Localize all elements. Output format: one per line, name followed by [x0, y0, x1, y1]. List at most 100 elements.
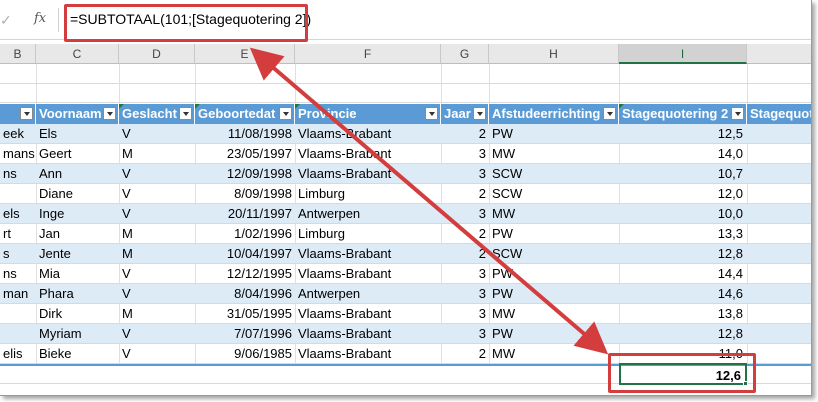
cell-afstudeerrichting[interactable]: PW	[489, 224, 619, 244]
cell-stagequotering-2[interactable]: 14,0	[619, 144, 747, 164]
cell-geboortedatum[interactable]: 23/05/1997	[195, 144, 295, 164]
column-header-j[interactable]	[747, 44, 811, 64]
filter-dropdown-icon[interactable]	[731, 107, 744, 120]
cell-afstudeerrichting[interactable]: MW	[489, 304, 619, 324]
filter-dropdown-icon[interactable]	[103, 107, 116, 120]
cell-provincie[interactable]: Limburg	[295, 184, 441, 204]
cell-geboortedatum[interactable]: 8/09/1998	[195, 184, 295, 204]
cell-afstudeerrichting[interactable]: SCW	[489, 184, 619, 204]
header-stagequotering-next[interactable]: Stagequot	[747, 104, 811, 124]
cell-voornaam[interactable]: Mia	[36, 264, 119, 284]
cell-achternaam[interactable]: mans	[0, 144, 36, 164]
cell-achternaam[interactable]: eek	[0, 124, 36, 144]
cell-geslacht[interactable]: V	[119, 264, 195, 284]
cell-stagequotering-2[interactable]: 12,8	[619, 324, 747, 344]
cell-geboortedatum[interactable]: 12/09/1998	[195, 164, 295, 184]
cell-geslacht[interactable]: M	[119, 144, 195, 164]
column-header-e[interactable]: E	[195, 44, 295, 64]
cell-achternaam[interactable]: elis	[0, 344, 36, 364]
cell-provincie[interactable]: Vlaams-Brabant	[295, 304, 441, 324]
cell-jaar[interactable]: 3	[441, 284, 489, 304]
header-geboortedatum[interactable]: Geboortedat	[195, 104, 295, 124]
cell-jaar[interactable]: 2	[441, 184, 489, 204]
cell-afstudeerrichting[interactable]: PW	[489, 284, 619, 304]
cell-stagequotering-2[interactable]: 12,0	[619, 184, 747, 204]
cell-afstudeerrichting[interactable]: MW	[489, 344, 619, 364]
cell-voornaam[interactable]: Dirk	[36, 304, 119, 324]
cell-jaar[interactable]: 3	[441, 144, 489, 164]
cell-achternaam[interactable]: els	[0, 204, 36, 224]
cell-voornaam[interactable]: Phara	[36, 284, 119, 304]
cell-geslacht[interactable]: V	[119, 124, 195, 144]
cell-geslacht[interactable]: V	[119, 284, 195, 304]
cell-stagequotering-2[interactable]: 14,4	[619, 264, 747, 284]
header-provincie[interactable]: Provincie	[295, 104, 441, 124]
cell-provincie[interactable]: Vlaams-Brabant	[295, 164, 441, 184]
column-header-b[interactable]: B	[0, 44, 36, 64]
cell-stagequotering-2[interactable]: 13,3	[619, 224, 747, 244]
cell-voornaam[interactable]: Jente	[36, 244, 119, 264]
cell-jaar[interactable]: 2	[441, 344, 489, 364]
cell-geboortedatum[interactable]: 10/04/1997	[195, 244, 295, 264]
cell-achternaam[interactable]	[0, 324, 36, 344]
cell-afstudeerrichting[interactable]: MW	[489, 204, 619, 224]
column-header-h[interactable]: H	[489, 44, 619, 64]
cell-achternaam[interactable]: ns	[0, 164, 36, 184]
cell-geboortedatum[interactable]: 9/06/1985	[195, 344, 295, 364]
cell-achternaam[interactable]: ns	[0, 264, 36, 284]
cell-stagequotering-2[interactable]: 10,7	[619, 164, 747, 184]
confirm-icon[interactable]: ✓	[0, 12, 14, 28]
cell-voornaam[interactable]: Jan	[36, 224, 119, 244]
cell-geboortedatum[interactable]: 11/08/1998	[195, 124, 295, 144]
cell-provincie[interactable]: Vlaams-Brabant	[295, 324, 441, 344]
cell-achternaam[interactable]: s	[0, 244, 36, 264]
cell-jaar[interactable]: 3	[441, 264, 489, 284]
cell-voornaam[interactable]: Els	[36, 124, 119, 144]
cell-voornaam[interactable]: Myriam	[36, 324, 119, 344]
cell-provincie[interactable]: Antwerpen	[295, 284, 441, 304]
cell-achternaam[interactable]	[0, 304, 36, 324]
filter-dropdown-icon[interactable]	[603, 107, 616, 120]
column-header-i[interactable]: I	[619, 44, 747, 64]
cell-afstudeerrichting[interactable]: MW	[489, 144, 619, 164]
cell-achternaam[interactable]: rt	[0, 224, 36, 244]
cell-geboortedatum[interactable]: 20/11/1997	[195, 204, 295, 224]
cell-achternaam[interactable]: man	[0, 284, 36, 304]
filter-dropdown-icon[interactable]	[20, 107, 33, 120]
cell-jaar[interactable]: 2	[441, 244, 489, 264]
cell-provincie[interactable]: Vlaams-Brabant	[295, 344, 441, 364]
cell-geboortedatum[interactable]: 7/07/1996	[195, 324, 295, 344]
header-geslacht[interactable]: Geslacht	[119, 104, 195, 124]
cell-stagequotering-2[interactable]: 14,6	[619, 284, 747, 304]
cell-geslacht[interactable]: V	[119, 164, 195, 184]
cell-geslacht[interactable]: M	[119, 224, 195, 244]
header-voornaam[interactable]: Voornaam	[36, 104, 119, 124]
filter-dropdown-icon[interactable]	[279, 107, 292, 120]
cell-provincie[interactable]: Vlaams-Brabant	[295, 144, 441, 164]
cell-geboortedatum[interactable]: 1/02/1996	[195, 224, 295, 244]
cell-voornaam[interactable]: Ann	[36, 164, 119, 184]
column-header-g[interactable]: G	[441, 44, 489, 64]
cell-voornaam[interactable]: Diane	[36, 184, 119, 204]
filter-dropdown-icon[interactable]	[179, 107, 192, 120]
cell-geslacht[interactable]: V	[119, 344, 195, 364]
cell-afstudeerrichting[interactable]: SCW	[489, 244, 619, 264]
cell-geboortedatum[interactable]: 12/12/1995	[195, 264, 295, 284]
cell-provincie[interactable]: Vlaams-Brabant	[295, 124, 441, 144]
cell-jaar[interactable]: 3	[441, 324, 489, 344]
cell-jaar[interactable]: 2	[441, 224, 489, 244]
cell-jaar[interactable]: 3	[441, 204, 489, 224]
cell-jaar[interactable]: 3	[441, 164, 489, 184]
column-header-c[interactable]: C	[36, 44, 119, 64]
header-achternaam[interactable]	[0, 104, 36, 124]
cell-provincie[interactable]: Antwerpen	[295, 204, 441, 224]
cell-voornaam[interactable]: Geert	[36, 144, 119, 164]
cell-afstudeerrichting[interactable]: SCW	[489, 164, 619, 184]
cell-voornaam[interactable]: Bieke	[36, 344, 119, 364]
filter-dropdown-icon[interactable]	[473, 107, 486, 120]
cell-stagequotering-2[interactable]: 12,5	[619, 124, 747, 144]
column-header-d[interactable]: D	[119, 44, 195, 64]
cell-geslacht[interactable]: V	[119, 324, 195, 344]
cell-geboortedatum[interactable]: 8/04/1996	[195, 284, 295, 304]
cell-afstudeerrichting[interactable]: PW	[489, 324, 619, 344]
